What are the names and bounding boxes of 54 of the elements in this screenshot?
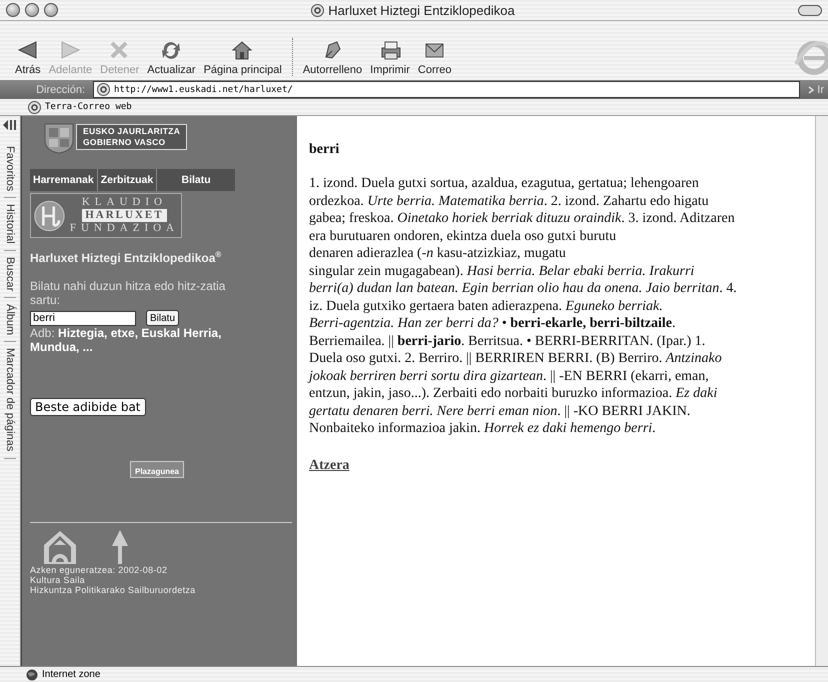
site-title: Harluxet Hiztegi Entziklopedikoa$^{®}$	[30, 250, 222, 265]
status-text: Internet zone	[42, 669, 100, 680]
logo-text: FUNDAZIOA	[70, 222, 179, 235]
window-control-button[interactable]	[44, 3, 58, 17]
footer-text: Hizkuntza Politikarako Sailburuordetza	[30, 585, 196, 595]
another-example-button[interactable]: Beste adibide bat	[30, 398, 146, 416]
address-field[interactable]: http://www1.euskadi.net/harluxet/	[93, 81, 800, 98]
search-field[interactable]: berri	[30, 310, 136, 326]
sidebar-tab[interactable]: Favoritos	[4, 140, 16, 198]
nav-link[interactable]: Bilatu	[157, 169, 235, 191]
chevron-icon	[808, 86, 814, 94]
footer-text: Kultura Saila	[30, 575, 86, 585]
back-arrow-icon	[16, 39, 40, 61]
headword: berri	[309, 142, 340, 158]
address-label: Dirección:	[35, 84, 86, 96]
at-icon	[97, 83, 110, 96]
at-icon	[28, 100, 41, 114]
toolbar-button[interactable]: Página principal	[200, 39, 285, 76]
favorites-link[interactable]: Terra-Correo web	[28, 100, 132, 114]
scrollbar-track[interactable]	[815, 116, 828, 666]
printer-icon	[378, 39, 402, 61]
toolbar-button[interactable]: Autorrelleno	[300, 39, 366, 76]
sidebar-tab[interactable]: Buscar	[4, 250, 16, 298]
up-arrow-icon	[111, 529, 129, 565]
search-prompt: Bilatu nahi duzun hitza edo hitz-zatia sartu:	[30, 279, 226, 307]
nav-link[interactable]: Harremanak	[30, 169, 98, 191]
window-title: Harluxet Hiztegi Entziklopedikoa	[328, 2, 515, 18]
definition-text: 1. izond. Duela gutxi sortua, azaldua, ezagutua, gertatua; lehengoaren ordezkoa. Urte berria. Matematika berria. 2. izond. Zahartu edo higatu gabea; freskoa. Oinetako horiek berriak dituzu oraindik. 3. izond. Aditzaren era burutuaren ondoren, ekintza duela oso gutxi burutu denaren adierazlea (-n kasu-atzizkiaz, mugatu singular zein mugagabean). Hasi berria. Belar ebaki berria. Irakurri berri(a) dudan lan batean. Egin berrian olio hau da onena. Jaio berritan. 4. iz. Duela gutxiko gertaera baten adierazpena. Eguneko berriak. Berri-agentzia. Han zer berri da? • berri-ekarle, berri-biltzaile. Berriemailea. || berri-jario. Berritsua. • BERRI-BERRITAN. (Ipar.) 1. Duela oso gutxi. 2. Berriro. || BERRIREN BERRI. (B) Berriro. Antzinako jokoak berriren berri sortu dira gizartean. || -EN BERRI (ekarri, eman, entzun, jakin, jaso...). Zerbaiti edo norbaiti buruzko informazioa. Ez daki gertatu denaren berri. Nere berri eman nion. || -KO BERRI JAKIN. Nonbaiteko informazioa jakin. Horrek ez daki hemengo berri.	[309, 175, 738, 438]
examples-text: Adb: Hiztegia, etxe, Euskal Herria, Mundua, ...	[30, 326, 222, 354]
refresh-icon	[160, 39, 183, 61]
back-link[interactable]: Atzera	[309, 458, 350, 474]
globe-icon	[26, 668, 38, 680]
logo-text: HARLUXET	[82, 209, 167, 222]
toolbar-toggle-button[interactable]	[798, 4, 822, 16]
window-control-button[interactable]	[25, 3, 39, 17]
government-logo-text: EUSKO JAURLARITZA GOBIERNO VASCO	[76, 124, 188, 150]
search-button[interactable]: Bilatu	[146, 310, 180, 326]
sidebar-tab[interactable]: Marcador de páginas	[4, 342, 16, 459]
window-control-button[interactable]	[6, 3, 20, 17]
house-icon	[42, 529, 78, 565]
nav-link[interactable]: Zerbitzuak	[98, 169, 158, 191]
toolbar-button[interactable]: Correo	[414, 39, 455, 76]
toolbar-button[interactable]: Atrás	[12, 39, 44, 76]
logo-text: KLAUDIO	[82, 196, 167, 209]
toolbar-button[interactable]: Imprimir	[367, 39, 413, 76]
collapse-panel-icon	[2, 118, 18, 132]
sidebar-tab[interactable]: Álbum	[4, 298, 16, 342]
toolbar-button[interactable]: Actualizar	[144, 39, 199, 76]
at-icon	[311, 4, 324, 16]
footer-text: Azken eguneratzea: 2002-08-02	[30, 565, 168, 575]
home-icon	[231, 39, 254, 61]
banner-link[interactable]: Plazagunea	[130, 461, 184, 478]
sidebar-tab[interactable]: Historial	[4, 198, 16, 251]
forward-arrow-icon	[58, 39, 82, 61]
